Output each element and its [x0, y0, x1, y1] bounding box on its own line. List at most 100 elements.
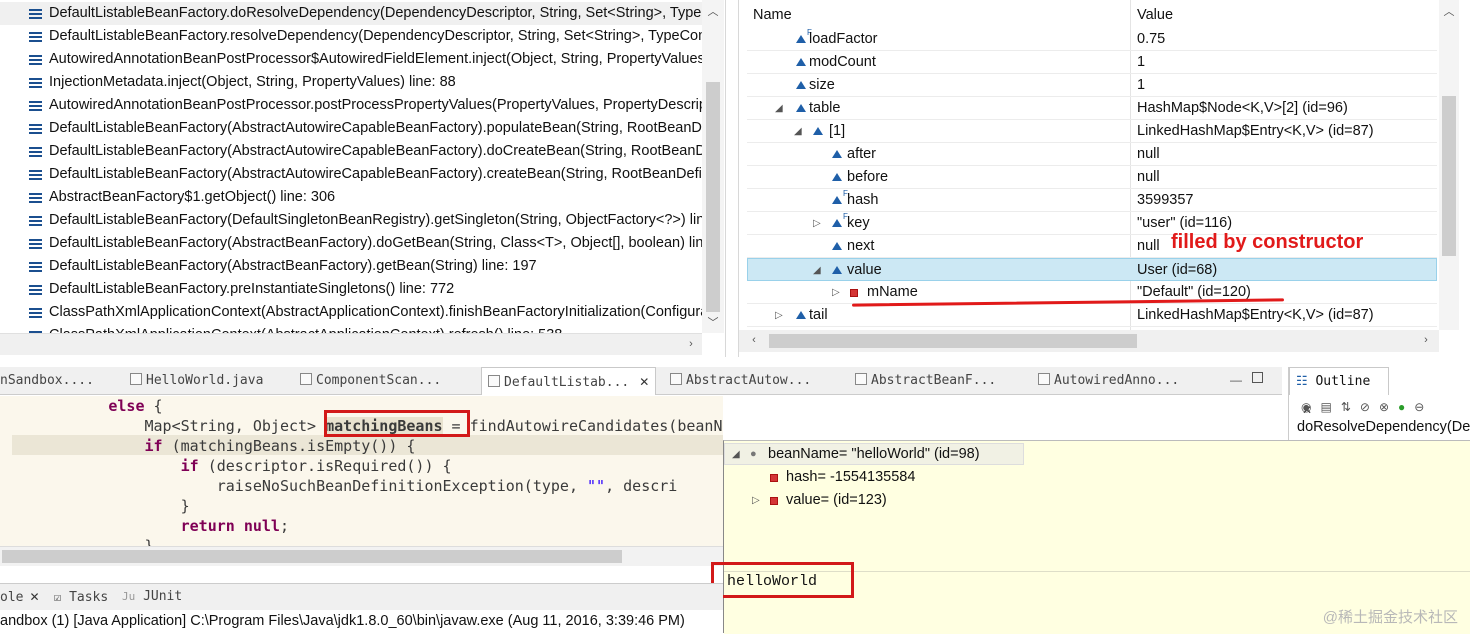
stack-frame-icon: [29, 78, 42, 88]
collapse-arrow-icon[interactable]: ◢: [813, 259, 821, 282]
column-header-name[interactable]: Name: [753, 7, 792, 23]
expand-arrow-icon[interactable]: ▷: [813, 212, 821, 235]
annotation-text: filled by constructor: [1171, 231, 1363, 254]
editor-horizontal-scrollbar[interactable]: [0, 546, 723, 566]
sort-az-icon[interactable]: ⇅: [1341, 400, 1360, 414]
collapse-arrow-icon[interactable]: ◢: [775, 97, 783, 120]
stack-frame[interactable]: AbstractBeanFactory$1.getObject() line: …: [0, 186, 702, 209]
variable-row-before[interactable]: before null: [747, 166, 1437, 189]
stack-frame-icon: [29, 32, 42, 42]
variable-row-hash[interactable]: F hash 3599357: [747, 189, 1437, 212]
debug-stack-panel: DefaultListableBeanFactory.doResolveDepe…: [0, 0, 726, 357]
expand-arrow-icon[interactable]: ▷: [775, 304, 783, 327]
code-line: }: [0, 536, 154, 546]
variable-row-size[interactable]: size 1: [747, 74, 1437, 97]
tab-defaultlistab-active[interactable]: DefaultListab...✕: [481, 367, 656, 395]
tab-sandbox[interactable]: nSandbox....: [0, 367, 94, 395]
variable-row-value-selected[interactable]: ◢ value User (id=68): [747, 258, 1437, 281]
variables-horizontal-scrollbar[interactable]: ‹ ›: [739, 330, 1439, 352]
tab-junit[interactable]: Ju JUnit: [122, 584, 182, 610]
stack-frame-icon: [29, 9, 42, 19]
stack-vertical-scrollbar[interactable]: ︿ ﹀: [702, 0, 724, 333]
stack-frame[interactable]: DefaultListableBeanFactory(AbstractBeanF…: [0, 255, 702, 278]
code-line: raiseNoSuchBeanDefinitionException(type,…: [0, 476, 677, 496]
stack-frame-icon: [29, 147, 42, 157]
stack-frame-icon: [29, 216, 42, 226]
tab-abstractautow[interactable]: AbstractAutow...: [670, 367, 811, 395]
variable-row-table[interactable]: ◢ table HashMap$Node<K,V>[2] (id=96): [747, 97, 1437, 120]
variable-row-modcount[interactable]: modCount 1: [747, 51, 1437, 74]
watermark-text: @稀土掘金技术社区: [1323, 606, 1458, 627]
stack-frame[interactable]: DefaultListableBeanFactory(AbstractAutow…: [0, 140, 702, 163]
scroll-thumb[interactable]: [1442, 96, 1456, 256]
java-file-icon: [855, 373, 867, 385]
variable-hover-popup: ◢ ● beanName= "helloWorld" (id=98) hash=…: [723, 440, 1470, 633]
stack-frame[interactable]: DefaultListableBeanFactory(AbstractBeanF…: [0, 232, 702, 255]
stack-frame[interactable]: InjectionMetadata.inject(Object, String,…: [0, 71, 702, 94]
scroll-right-arrow-icon[interactable]: ›: [684, 338, 698, 350]
stack-frame[interactable]: DefaultListableBeanFactory.doResolveDepe…: [0, 2, 702, 25]
hide-static-icon[interactable]: ⊗: [1379, 400, 1398, 414]
variable-row-after[interactable]: after null: [747, 143, 1437, 166]
stack-frame[interactable]: AutowiredAnnotationBeanPostProcessor.pos…: [0, 94, 702, 117]
stack-frame[interactable]: AutowiredAnnotationBeanPostProcessor$Aut…: [0, 48, 702, 71]
collapse-all-icon[interactable]: ◉: [1301, 400, 1320, 414]
scroll-thumb[interactable]: [706, 82, 720, 312]
collapse-arrow-icon[interactable]: ◢: [732, 443, 740, 466]
stack-frame-label: DefaultListableBeanFactory(AbstractAutow…: [49, 117, 702, 140]
scroll-up-arrow-icon[interactable]: ︿: [706, 3, 720, 19]
java-file-icon: [1038, 373, 1050, 385]
stack-frame-icon: [29, 55, 42, 65]
scroll-left-arrow-icon[interactable]: ‹: [747, 334, 761, 346]
stack-frame[interactable]: DefaultListableBeanFactory.preInstantiat…: [0, 278, 702, 301]
tab-tasks[interactable]: ☑ Tasks: [54, 584, 108, 611]
java-file-icon: [670, 373, 682, 385]
tab-console[interactable]: ole✕: [0, 584, 40, 611]
hide-local-types-icon[interactable]: ⊖: [1414, 400, 1433, 414]
minimize-icon[interactable]: —: [1230, 373, 1242, 387]
variables-vertical-scrollbar[interactable]: ︿: [1439, 0, 1459, 330]
scroll-right-arrow-icon[interactable]: ›: [1419, 334, 1433, 346]
scroll-up-arrow-icon[interactable]: ︿: [1442, 3, 1456, 19]
maximize-icon[interactable]: [1252, 372, 1263, 383]
hide-nonpublic-icon[interactable]: ●: [1398, 400, 1414, 414]
junit-icon: Ju: [122, 590, 135, 603]
expand-arrow-icon[interactable]: ▷: [832, 281, 840, 304]
field-icon: [832, 173, 842, 181]
stack-frame[interactable]: ClassPathXmlApplicationContext(AbstractA…: [0, 324, 702, 333]
stack-frame-icon: [29, 285, 42, 295]
tab-helloworld-java[interactable]: HelloWorld.java: [130, 367, 263, 395]
stack-frame[interactable]: ClassPathXmlApplicationContext(AbstractA…: [0, 301, 702, 324]
stack-frame-label: DefaultListableBeanFactory(AbstractBeanF…: [49, 255, 537, 278]
tab-componentscan[interactable]: ComponentScan...: [300, 367, 441, 395]
stack-frame-icon: [29, 124, 42, 134]
variable-row-loadfactor[interactable]: F loadFactor 0.75: [747, 28, 1437, 51]
sort-icon[interactable]: ▤: [1320, 400, 1340, 414]
field-icon: [832, 242, 842, 250]
expand-arrow-icon[interactable]: ▷: [752, 489, 760, 512]
collapse-arrow-icon[interactable]: ◢: [794, 120, 802, 143]
stack-frame[interactable]: DefaultListableBeanFactory(AbstractAutow…: [0, 163, 702, 186]
tab-abstractbeanf[interactable]: AbstractBeanF...: [855, 367, 996, 395]
code-line: else {: [0, 396, 163, 416]
outline-method-item[interactable]: doResolveDependency(De: [1297, 419, 1470, 435]
stack-frame[interactable]: DefaultListableBeanFactory(DefaultSingle…: [0, 209, 702, 232]
variable-row-index-1[interactable]: ◢ [1] LinkedHashMap$Entry<K,V> (id=87): [747, 120, 1437, 143]
stack-horizontal-scrollbar[interactable]: ›: [0, 333, 702, 355]
scroll-thumb[interactable]: [769, 334, 1137, 348]
tab-outline[interactable]: ☷ Outline ✕: [1289, 367, 1389, 395]
private-field-icon: [770, 474, 778, 482]
code-line: if (matchingBeans.isEmpty()) {: [0, 436, 415, 456]
code-line: if (descriptor.isRequired()) {: [0, 456, 452, 476]
stack-frame[interactable]: DefaultListableBeanFactory(AbstractAutow…: [0, 117, 702, 140]
close-tab-icon[interactable]: ✕: [639, 375, 649, 389]
variable-row-tail[interactable]: ▷ tail LinkedHashMap$Entry<K,V> (id=87): [747, 304, 1437, 327]
stack-frame[interactable]: DefaultListableBeanFactory.resolveDepend…: [0, 25, 702, 48]
field-icon: [796, 104, 806, 112]
scroll-down-arrow-icon[interactable]: ﹀: [706, 314, 720, 330]
close-tab-icon[interactable]: ✕: [29, 590, 39, 604]
tab-autowiredanno[interactable]: AutowiredAnno...: [1038, 367, 1179, 395]
scroll-thumb[interactable]: [2, 550, 622, 563]
hide-fields-icon[interactable]: ⊘: [1360, 400, 1379, 414]
column-header-value[interactable]: Value: [1137, 7, 1173, 23]
